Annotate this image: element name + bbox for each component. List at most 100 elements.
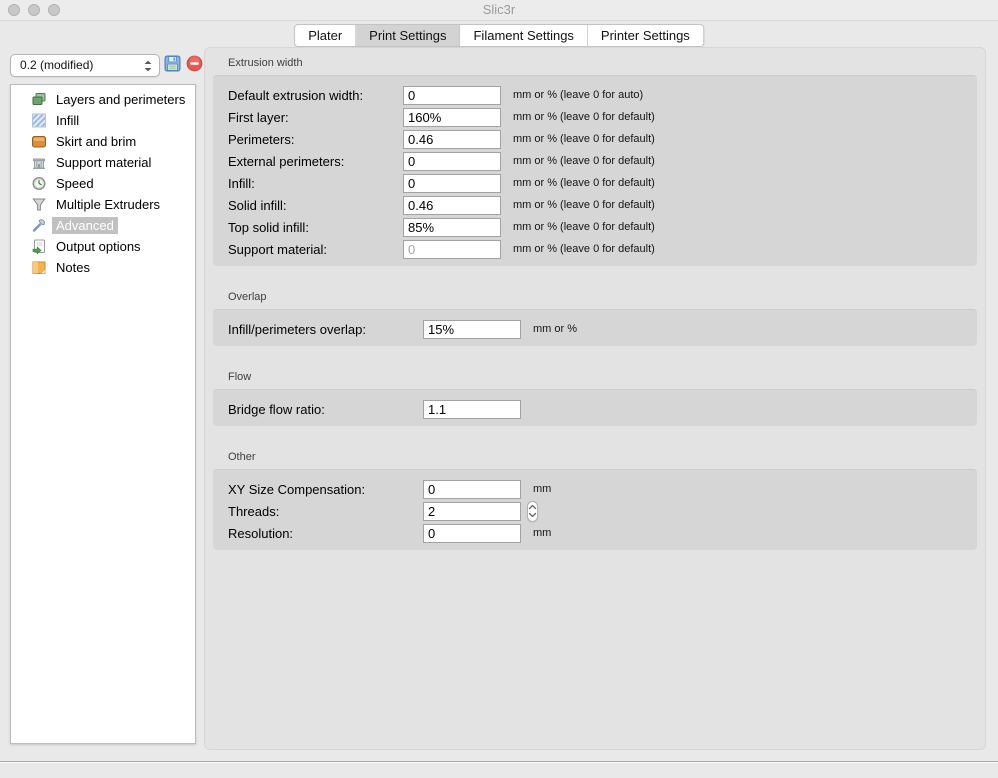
bottom-divider	[0, 761, 998, 763]
setting-value-wrap	[423, 320, 523, 339]
sidebar-item-advanced[interactable]: Advanced	[11, 215, 195, 236]
settings-panel: Extrusion width Default extrusion width: m…	[204, 47, 986, 750]
notes-icon	[31, 260, 47, 275]
section-title: Overlap	[228, 291, 977, 304]
setting-label: Threads:	[228, 504, 423, 519]
setting-label: Resolution:	[228, 526, 423, 541]
setting-row-first-layer: First layer: mm or % (leave 0 for default…	[228, 106, 977, 128]
setting-input-xy-size-compensation[interactable]	[423, 480, 521, 499]
wrench-icon	[31, 218, 47, 233]
floppy-save-icon	[164, 55, 181, 75]
sidebar-item-layers-and-perimeters[interactable]: Layers and perimeters	[11, 89, 195, 110]
close-button[interactable]	[8, 4, 20, 16]
setting-value-wrap	[403, 108, 503, 127]
setting-label: Top solid infill:	[228, 220, 403, 235]
setting-input-bridge-flow-ratio[interactable]	[423, 400, 521, 419]
output-page-icon	[31, 239, 47, 254]
tab-print-settings[interactable]: Print Settings	[356, 25, 460, 46]
delete-preset-button[interactable]	[184, 55, 204, 75]
setting-label: Infill:	[228, 176, 403, 191]
save-preset-button[interactable]	[162, 55, 182, 75]
sidebar-item-label: Notes	[52, 259, 94, 276]
setting-row-threads: Threads:	[228, 500, 977, 522]
value-stepper[interactable]	[527, 501, 538, 522]
setting-input-threads[interactable]	[423, 502, 521, 521]
setting-input-first-layer[interactable]	[403, 108, 501, 127]
sidebar-item-label: Support material	[52, 154, 155, 171]
setting-unit-hint: mm or % (leave 0 for default)	[503, 221, 977, 233]
setting-row-bridge-flow-ratio: Bridge flow ratio:	[228, 398, 977, 420]
sidebar-item-infill[interactable]: Infill	[11, 110, 195, 131]
setting-label: Default extrusion width:	[228, 88, 403, 103]
support-building-icon	[31, 155, 47, 170]
sidebar-item-speed[interactable]: Speed	[11, 173, 195, 194]
section-title: Extrusion width	[228, 57, 977, 70]
preset-select[interactable]: 0.2 (modified)	[10, 54, 160, 77]
setting-label: XY Size Compensation:	[228, 482, 423, 497]
sidebar-item-label: Layers and perimeters	[52, 91, 189, 108]
setting-row-support-material: Support material: mm or % (leave 0 for de…	[228, 238, 977, 260]
section-other: Other XY Size Compensation: mm Threads: Reso…	[213, 451, 977, 550]
setting-value-wrap	[423, 480, 523, 499]
setting-row-solid-infill: Solid infill:mm or % (leave 0 for defaul…	[228, 194, 977, 216]
setting-value-wrap	[403, 130, 503, 149]
zoom-button[interactable]	[48, 4, 60, 16]
setting-row-infill-perimeters-overlap: Infill/perimeters overlap:mm or %	[228, 318, 977, 340]
section-box: Default extrusion width: mm or % (leave 0…	[213, 75, 977, 266]
setting-value-wrap	[423, 524, 523, 543]
sidebar-item-label: Infill	[52, 112, 83, 129]
tab-printer-settings[interactable]: Printer Settings	[588, 25, 703, 46]
sidebar-item-notes[interactable]: Notes	[11, 257, 195, 278]
setting-row-xy-size-compensation: XY Size Compensation: mm	[228, 478, 977, 500]
speed-clock-icon	[31, 176, 47, 191]
setting-row-perimeters: Perimeters:mm or % (leave 0 for default)	[228, 128, 977, 150]
infill-hatch-icon	[31, 113, 47, 128]
titlebar: Slic3r	[0, 0, 998, 21]
setting-unit-hint: mm or % (leave 0 for default)	[503, 111, 977, 123]
setting-unit-hint: mm	[523, 527, 977, 539]
section-overlap: Overlap Infill/perimeters overlap:mm or %	[213, 291, 977, 346]
sidebar-item-output-options[interactable]: Output options	[11, 236, 195, 257]
section-extrusion-width: Extrusion width Default extrusion width: m…	[213, 57, 977, 266]
minimize-button[interactable]	[28, 4, 40, 16]
funnel-icon	[31, 197, 47, 212]
setting-input-infill-perimeters-overlap[interactable]	[423, 320, 521, 339]
setting-value-wrap	[403, 174, 503, 193]
tab-filament-settings[interactable]: Filament Settings	[460, 25, 587, 46]
sidebar-item-label: Skirt and brim	[52, 133, 140, 150]
setting-value-wrap	[403, 86, 503, 105]
setting-label: First layer:	[228, 110, 403, 125]
setting-value-wrap	[403, 218, 503, 237]
chevron-updown-icon	[141, 58, 155, 74]
sidebar-item-multiple-extruders[interactable]: Multiple Extruders	[11, 194, 195, 215]
setting-input-default-extrusion-width[interactable]	[403, 86, 501, 105]
setting-unit-hint: mm or % (leave 0 for default)	[503, 199, 977, 211]
setting-label: External perimeters:	[228, 154, 403, 169]
setting-unit-hint: mm	[523, 483, 977, 495]
tab-bar: PlaterPrint SettingsFilament SettingsPri…	[294, 24, 704, 47]
setting-input-infill[interactable]	[403, 174, 501, 193]
setting-row-resolution: Resolution: mm	[228, 522, 977, 544]
setting-input-perimeters[interactable]	[403, 130, 501, 149]
remove-minus-icon	[186, 55, 203, 75]
sidebar-item-support-material[interactable]: Support material	[11, 152, 195, 173]
setting-input-top-solid-infill[interactable]	[403, 218, 501, 237]
setting-row-top-solid-infill: Top solid infill: mm or % (leave 0 for de…	[228, 216, 977, 238]
setting-label: Infill/perimeters overlap:	[228, 322, 423, 337]
section-title: Other	[228, 451, 977, 464]
setting-label: Support material:	[228, 242, 403, 257]
sidebar-item-label: Advanced	[52, 217, 118, 234]
setting-input-support-material[interactable]	[403, 240, 501, 259]
setting-input-resolution[interactable]	[423, 524, 521, 543]
sidebar-item-skirt-and-brim[interactable]: Skirt and brim	[11, 131, 195, 152]
setting-row-external-perimeters: External perimeters: mm or % (leave 0 for…	[228, 150, 977, 172]
tab-plater[interactable]: Plater	[295, 25, 356, 46]
setting-row-default-extrusion-width: Default extrusion width:mm or % (leave 0…	[228, 84, 977, 106]
setting-unit-hint: mm or % (leave 0 for default)	[503, 155, 977, 167]
setting-value-wrap	[423, 501, 523, 522]
setting-unit-hint: mm or % (leave 0 for default)	[503, 243, 977, 255]
setting-input-external-perimeters[interactable]	[403, 152, 501, 171]
setting-label: Perimeters:	[228, 132, 403, 147]
setting-unit-hint: mm or % (leave 0 for default)	[503, 177, 977, 189]
setting-input-solid-infill[interactable]	[403, 196, 501, 215]
